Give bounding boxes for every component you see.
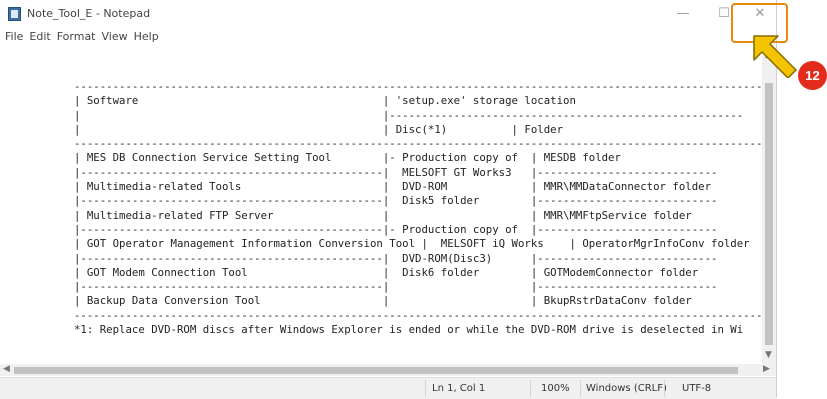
menu-help[interactable]: Help [131,28,162,46]
window-title: Note_Tool_E - Notepad [27,7,151,20]
menu-file[interactable]: File [0,28,26,46]
scroll-left-arrow-icon[interactable]: ◀ [3,364,10,374]
text-editor[interactable]: ----------------------------------------… [0,48,762,364]
text-line: | Multimedia-related FTP Server | | MMR\… [74,208,692,222]
text-line: ----------------------------------------… [74,80,762,93]
vertical-scroll-thumb[interactable] [765,83,773,345]
text-line: |---------------------------------------… [74,165,718,179]
status-bar: Ln 1, Col 1 100% Windows (CRLF) UTF-8 [0,377,776,399]
text-line: |---------------------------------------… [74,280,718,294]
horizontal-scrollbar[interactable]: ◀ ▶ [0,364,776,376]
text-line: | |-------------------------------------… [74,108,744,122]
zoom-level: 100% [541,383,570,394]
text-line: | Backup Data Conversion Tool | | BkupRs… [74,294,692,308]
notepad-window: Note_Tool_E - Notepad — ☐ ✕ File Edit Fo… [0,0,777,399]
scroll-right-arrow-icon[interactable]: ▶ [763,364,770,374]
text-line: | Software | 'setup.exe' storage locatio… [74,94,576,108]
text-line: |---------------------------------------… [74,251,718,265]
cursor-position: Ln 1, Col 1 [432,383,486,394]
status-divider [580,380,581,397]
minimize-button[interactable]: — [661,3,705,25]
text-line: |---------------------------------------… [74,194,718,208]
horizontal-scroll-thumb[interactable] [14,367,738,374]
text-line: | GOT Modem Connection Tool | Disk6 fold… [74,265,699,279]
text-line: ----------------------------------------… [74,137,762,151]
text-line: *1: Replace DVD-ROM discs after Windows … [74,323,744,337]
callout-number-badge: 12 [798,61,827,90]
text-line: | GOT Operator Management Information Co… [74,237,750,251]
text-line: |---------------------------------------… [74,222,718,236]
encoding: UTF-8 [682,383,712,394]
editor-text: ----------------------------------------… [74,80,762,337]
text-line: | Multimedia-related Tools | DVD-ROM | M… [74,180,712,194]
status-divider [425,380,426,397]
scroll-down-arrow-icon[interactable]: ▼ [765,350,772,360]
text-line: ----------------------------------------… [74,308,762,322]
status-divider [664,380,665,397]
menu-bar: File Edit Format View Help [0,28,162,46]
text-line: | | Disc(*1) | Folder [74,122,564,136]
vertical-scrollbar[interactable]: ▲ ▼ [762,48,776,364]
menu-view[interactable]: View [99,28,131,46]
title-bar: Note_Tool_E - Notepad — ☐ ✕ [0,0,776,26]
notepad-icon [8,7,21,21]
menu-edit[interactable]: Edit [26,28,53,46]
menu-format[interactable]: Format [54,28,99,46]
text-line: | MES DB Connection Service Setting Tool… [74,151,621,165]
callout-arrow-icon [753,35,797,78]
line-ending: Windows (CRLF) [586,383,667,394]
status-divider [530,380,531,397]
